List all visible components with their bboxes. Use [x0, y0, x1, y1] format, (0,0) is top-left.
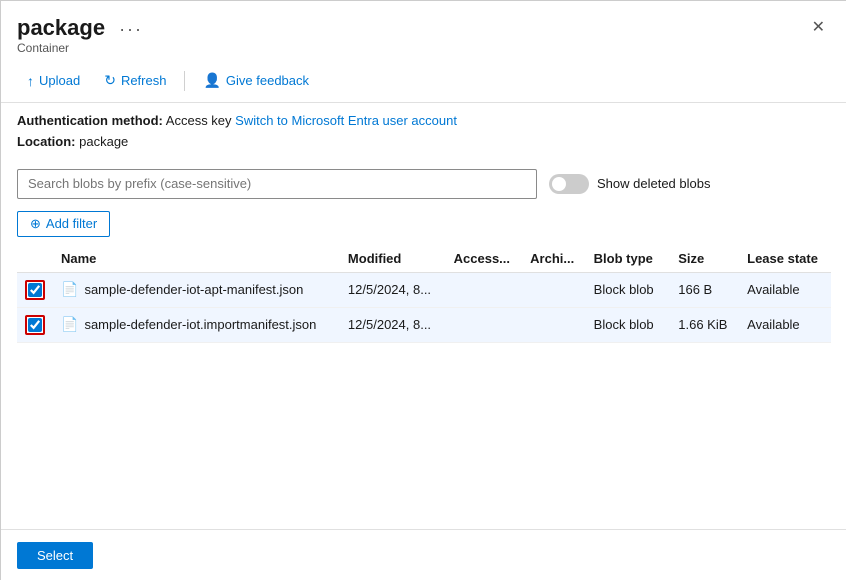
- add-filter-icon: ⊕: [30, 216, 41, 232]
- add-filter-label: Add filter: [46, 216, 97, 231]
- table-body: 📄 sample-defender-iot-apt-manifest.json …: [17, 272, 831, 342]
- search-row: Show deleted blobs: [1, 161, 846, 207]
- row-modified: 12/5/2024, 8...: [340, 307, 446, 342]
- col-header-archi: Archi...: [522, 245, 586, 273]
- panel-more-options[interactable]: ···: [119, 19, 143, 40]
- col-header-name: Name: [53, 245, 340, 273]
- location-value: package: [79, 134, 128, 149]
- location-label: Location:: [17, 134, 76, 149]
- row-modified: 12/5/2024, 8...: [340, 272, 446, 307]
- info-section: Authentication method: Access key Switch…: [1, 103, 846, 161]
- show-deleted-label: Show deleted blobs: [597, 176, 710, 191]
- blobs-table: Name Modified Access... Archi... Blob ty…: [17, 245, 831, 343]
- filter-row: ⊕ Add filter: [1, 207, 846, 245]
- refresh-label: Refresh: [121, 73, 167, 88]
- file-name: sample-defender-iot.importmanifest.json: [84, 317, 316, 332]
- auth-value: Access key: [166, 113, 235, 128]
- row-blob-type: Block blob: [586, 307, 671, 342]
- row-lease-state: Available: [739, 307, 831, 342]
- row-checkbox-cell[interactable]: [17, 307, 53, 342]
- add-filter-button[interactable]: ⊕ Add filter: [17, 211, 110, 237]
- table-container: Name Modified Access... Archi... Blob ty…: [1, 245, 846, 529]
- row-size: 166 B: [670, 272, 739, 307]
- location-line: Location: package: [17, 132, 831, 153]
- close-button[interactable]: ✕: [806, 18, 831, 38]
- col-header-size: Size: [670, 245, 739, 273]
- toolbar-divider: [184, 71, 185, 91]
- auth-line: Authentication method: Access key Switch…: [17, 111, 831, 132]
- file-icon: 📄: [61, 316, 78, 333]
- checkbox-wrapper[interactable]: [25, 315, 45, 335]
- upload-button[interactable]: ↑ Upload: [17, 68, 90, 94]
- row-name: 📄 sample-defender-iot.importmanifest.jso…: [53, 307, 340, 342]
- table-header-row: Name Modified Access... Archi... Blob ty…: [17, 245, 831, 273]
- auth-link[interactable]: Switch to Microsoft Entra user account: [235, 113, 457, 128]
- row-access: [446, 272, 523, 307]
- panel-title-row: package ··· ✕: [17, 15, 831, 41]
- row-name: 📄 sample-defender-iot-apt-manifest.json: [53, 272, 340, 307]
- row-checkbox[interactable]: [28, 283, 42, 297]
- upload-icon: ↑: [27, 73, 34, 89]
- row-size: 1.66 KiB: [670, 307, 739, 342]
- col-header-lease: Lease state: [739, 245, 831, 273]
- row-checkbox-cell[interactable]: [17, 272, 53, 307]
- search-input[interactable]: [17, 169, 537, 199]
- upload-label: Upload: [39, 73, 80, 88]
- panel-subtitle: Container: [17, 41, 831, 55]
- col-header-blobtype: Blob type: [586, 245, 671, 273]
- table-row: 📄 sample-defender-iot-apt-manifest.json …: [17, 272, 831, 307]
- feedback-icon: 👤: [203, 72, 220, 89]
- panel-title: package: [17, 15, 105, 41]
- refresh-icon: ↻: [104, 72, 116, 89]
- file-icon: 📄: [61, 281, 78, 298]
- show-deleted-toggle[interactable]: [549, 174, 589, 194]
- row-archi: [522, 307, 586, 342]
- toggle-row: Show deleted blobs: [549, 174, 710, 194]
- row-archi: [522, 272, 586, 307]
- row-blob-type: Block blob: [586, 272, 671, 307]
- col-header-access: Access...: [446, 245, 523, 273]
- file-name: sample-defender-iot-apt-manifest.json: [84, 282, 303, 297]
- refresh-button[interactable]: ↻ Refresh: [94, 67, 176, 94]
- col-header-select: [17, 245, 53, 273]
- auth-label: Authentication method:: [17, 113, 163, 128]
- row-lease-state: Available: [739, 272, 831, 307]
- col-header-modified: Modified: [340, 245, 446, 273]
- footer: Select: [1, 529, 846, 581]
- row-access: [446, 307, 523, 342]
- row-checkbox[interactable]: [28, 318, 42, 332]
- panel: package ··· ✕ Container ↑ Upload ↻ Refre…: [1, 1, 846, 581]
- toolbar: ↑ Upload ↻ Refresh 👤 Give feedback: [1, 59, 846, 103]
- panel-header: package ··· ✕ Container: [1, 1, 846, 59]
- select-button[interactable]: Select: [17, 542, 93, 569]
- table-row: 📄 sample-defender-iot.importmanifest.jso…: [17, 307, 831, 342]
- checkbox-wrapper[interactable]: [25, 280, 45, 300]
- feedback-label: Give feedback: [226, 73, 309, 88]
- feedback-button[interactable]: 👤 Give feedback: [193, 67, 319, 94]
